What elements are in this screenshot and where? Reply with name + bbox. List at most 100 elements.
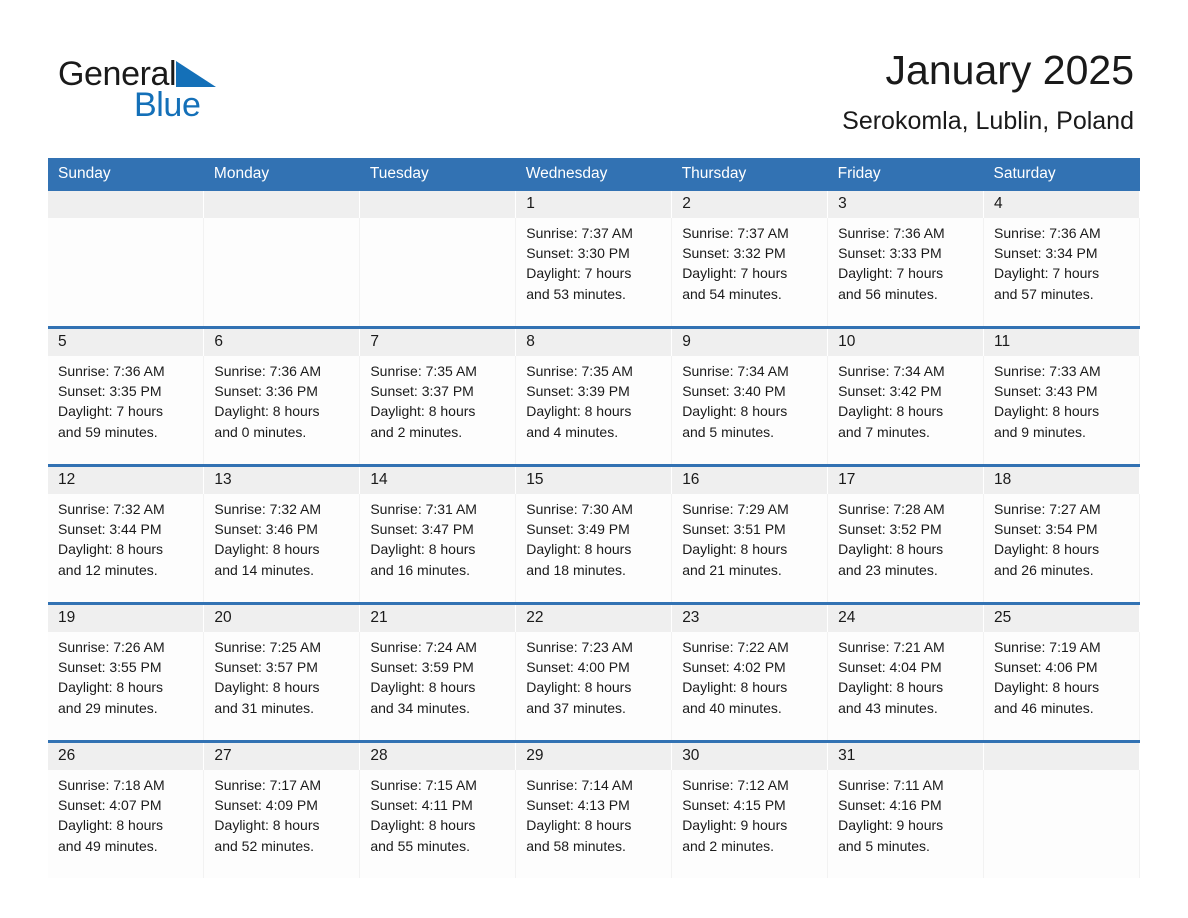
day-number[interactable]: 18 [983,467,1140,494]
day-number[interactable]: 26 [48,743,205,770]
day-number[interactable]: 28 [359,743,517,770]
day-cell[interactable]: Sunrise: 7:15 AM Sunset: 4:11 PM Daylight:… [359,770,517,878]
day-cell[interactable]: Sunrise: 7:36 AM Sunset: 3:34 PM Daylight:… [983,218,1140,326]
day-cell[interactable]: Sunrise: 7:37 AM Sunset: 3:30 PM Daylight:… [515,218,673,326]
day-cell[interactable]: Sunrise: 7:35 AM Sunset: 3:37 PM Daylight:… [359,356,517,464]
day-cell[interactable]: Sunrise: 7:35 AM Sunset: 3:39 PM Daylight:… [515,356,673,464]
daylight-text-cont: and 55 minutes. [370,837,470,854]
daylight-text: Daylight: 8 hours [58,679,164,696]
sunset-text: Sunset: 3:37 PM [370,383,474,400]
day-cell[interactable]: Sunrise: 7:30 AM Sunset: 3:49 PM Daylight:… [515,494,673,602]
sunrise-text: Sunrise: 7:24 AM [370,639,477,655]
day-number[interactable]: 10 [827,329,985,356]
daylight-text: Daylight: 8 hours [994,541,1100,558]
daylight-text-cont: and 57 minutes. [994,285,1094,302]
day-number[interactable]: 3 [827,191,985,218]
sunrise-text: Sunrise: 7:33 AM [994,363,1101,379]
day-cell[interactable]: Sunrise: 7:23 AM Sunset: 4:00 PM Daylight:… [515,632,673,740]
day-cell[interactable]: Sunrise: 7:11 AM Sunset: 4:16 PM Daylight:… [827,770,985,878]
day-number[interactable]: 7 [359,329,517,356]
sunrise-text: Sunrise: 7:21 AM [838,639,945,655]
calendar-header-row: Sunday Monday Tuesday Wednesday Thursday… [48,158,1140,191]
day-cell[interactable]: Sunrise: 7:22 AM Sunset: 4:02 PM Daylight:… [671,632,829,740]
day-number[interactable]: 15 [515,467,673,494]
day-number[interactable]: 12 [48,467,205,494]
daylight-text: Daylight: 7 hours [526,265,632,282]
day-number[interactable]: 19 [48,605,205,632]
sunrise-text: Sunrise: 7:26 AM [58,639,165,655]
daylight-text: Daylight: 9 hours [682,817,788,834]
daylight-text-cont: and 56 minutes. [838,285,938,302]
day-cell[interactable]: Sunrise: 7:14 AM Sunset: 4:13 PM Daylight:… [515,770,673,878]
day-number[interactable]: 5 [48,329,205,356]
day-number[interactable]: 4 [983,191,1140,218]
day-cell[interactable]: Sunrise: 7:29 AM Sunset: 3:51 PM Daylight:… [671,494,829,602]
day-cell[interactable]: Sunrise: 7:33 AM Sunset: 3:43 PM Daylight:… [983,356,1140,464]
daylight-text-cont: and 54 minutes. [682,285,782,302]
day-cell[interactable]: Sunrise: 7:27 AM Sunset: 3:54 PM Daylight:… [983,494,1140,602]
day-number[interactable]: 20 [203,605,361,632]
day-number[interactable]: 13 [203,467,361,494]
day-cell[interactable]: Sunrise: 7:26 AM Sunset: 3:55 PM Daylight:… [48,632,205,740]
sunset-text: Sunset: 3:55 PM [58,659,162,676]
day-cell[interactable]: Sunrise: 7:12 AM Sunset: 4:15 PM Daylight:… [671,770,829,878]
day-number[interactable]: 21 [359,605,517,632]
sunset-text: Sunset: 3:57 PM [214,659,318,676]
day-cell[interactable]: Sunrise: 7:32 AM Sunset: 3:46 PM Daylight:… [203,494,361,602]
day-number[interactable]: 17 [827,467,985,494]
daylight-text: Daylight: 9 hours [838,817,944,834]
weekday-header-monday: Monday [203,158,360,191]
general-blue-logo[interactable]: General Blue [58,54,298,126]
day-number[interactable]: 27 [203,743,361,770]
day-cell[interactable]: Sunrise: 7:24 AM Sunset: 3:59 PM Daylight:… [359,632,517,740]
day-number[interactable]: 24 [827,605,985,632]
day-cell[interactable]: Sunrise: 7:32 AM Sunset: 3:44 PM Daylight:… [48,494,205,602]
daylight-text-cont: and 12 minutes. [58,561,158,578]
day-number[interactable]: 29 [515,743,673,770]
sunset-text: Sunset: 3:34 PM [994,245,1098,262]
daylight-text: Daylight: 8 hours [838,403,944,420]
day-number[interactable]: 14 [359,467,517,494]
page-subtitle: Serokomla, Lublin, Poland [842,107,1134,135]
sunrise-text: Sunrise: 7:23 AM [526,639,633,655]
day-cell[interactable]: Sunrise: 7:25 AM Sunset: 3:57 PM Daylight:… [203,632,361,740]
day-cell[interactable]: Sunrise: 7:17 AM Sunset: 4:09 PM Daylight:… [203,770,361,878]
weekday-header-friday: Friday [827,158,984,191]
day-cell[interactable]: Sunrise: 7:31 AM Sunset: 3:47 PM Daylight:… [359,494,517,602]
sunset-text: Sunset: 4:16 PM [838,797,942,814]
day-number[interactable]: 8 [515,329,673,356]
day-detail-row: Sunrise: 7:37 AM Sunset: 3:30 PM Daylight:… [48,218,1140,326]
title-block: January 2025 Serokomla, Lublin, Poland [842,44,1134,138]
sunrise-text: Sunrise: 7:28 AM [838,501,945,517]
day-number[interactable]: 1 [515,191,673,218]
day-number[interactable]: 6 [203,329,361,356]
sunrise-text: Sunrise: 7:32 AM [214,501,322,517]
sunrise-text: Sunrise: 7:36 AM [58,363,165,379]
day-cell[interactable]: Sunrise: 7:37 AM Sunset: 3:32 PM Daylight:… [671,218,829,326]
day-number[interactable]: 22 [515,605,673,632]
weekday-header-row: Sunday Monday Tuesday Wednesday Thursday… [48,158,1140,191]
sunset-text: Sunset: 3:46 PM [214,521,318,538]
day-cell[interactable]: Sunrise: 7:36 AM Sunset: 3:35 PM Daylight:… [48,356,205,464]
day-cell[interactable]: Sunrise: 7:36 AM Sunset: 3:33 PM Daylight:… [827,218,985,326]
day-cell[interactable]: Sunrise: 7:21 AM Sunset: 4:04 PM Daylight:… [827,632,985,740]
day-cell[interactable]: Sunrise: 7:36 AM Sunset: 3:36 PM Daylight:… [203,356,361,464]
day-number[interactable]: 11 [983,329,1140,356]
day-cell[interactable]: Sunrise: 7:19 AM Sunset: 4:06 PM Daylight:… [983,632,1140,740]
daylight-text: Daylight: 8 hours [214,679,320,696]
day-cell[interactable]: Sunrise: 7:28 AM Sunset: 3:52 PM Daylight:… [827,494,985,602]
day-number[interactable]: 23 [671,605,829,632]
sunrise-text: Sunrise: 7:31 AM [370,501,477,517]
day-number[interactable]: 2 [671,191,829,218]
day-cell[interactable]: Sunrise: 7:34 AM Sunset: 3:40 PM Daylight:… [671,356,829,464]
day-number[interactable]: 25 [983,605,1140,632]
day-number[interactable]: 16 [671,467,829,494]
sunset-text: Sunset: 4:04 PM [838,659,942,676]
daylight-text-cont: and 29 minutes. [58,699,158,716]
daylight-text: Daylight: 8 hours [214,817,320,834]
day-number[interactable]: 31 [827,743,985,770]
day-cell[interactable]: Sunrise: 7:34 AM Sunset: 3:42 PM Daylight:… [827,356,985,464]
day-number[interactable]: 30 [671,743,829,770]
day-number[interactable]: 9 [671,329,829,356]
day-cell[interactable]: Sunrise: 7:18 AM Sunset: 4:07 PM Daylight:… [48,770,205,878]
